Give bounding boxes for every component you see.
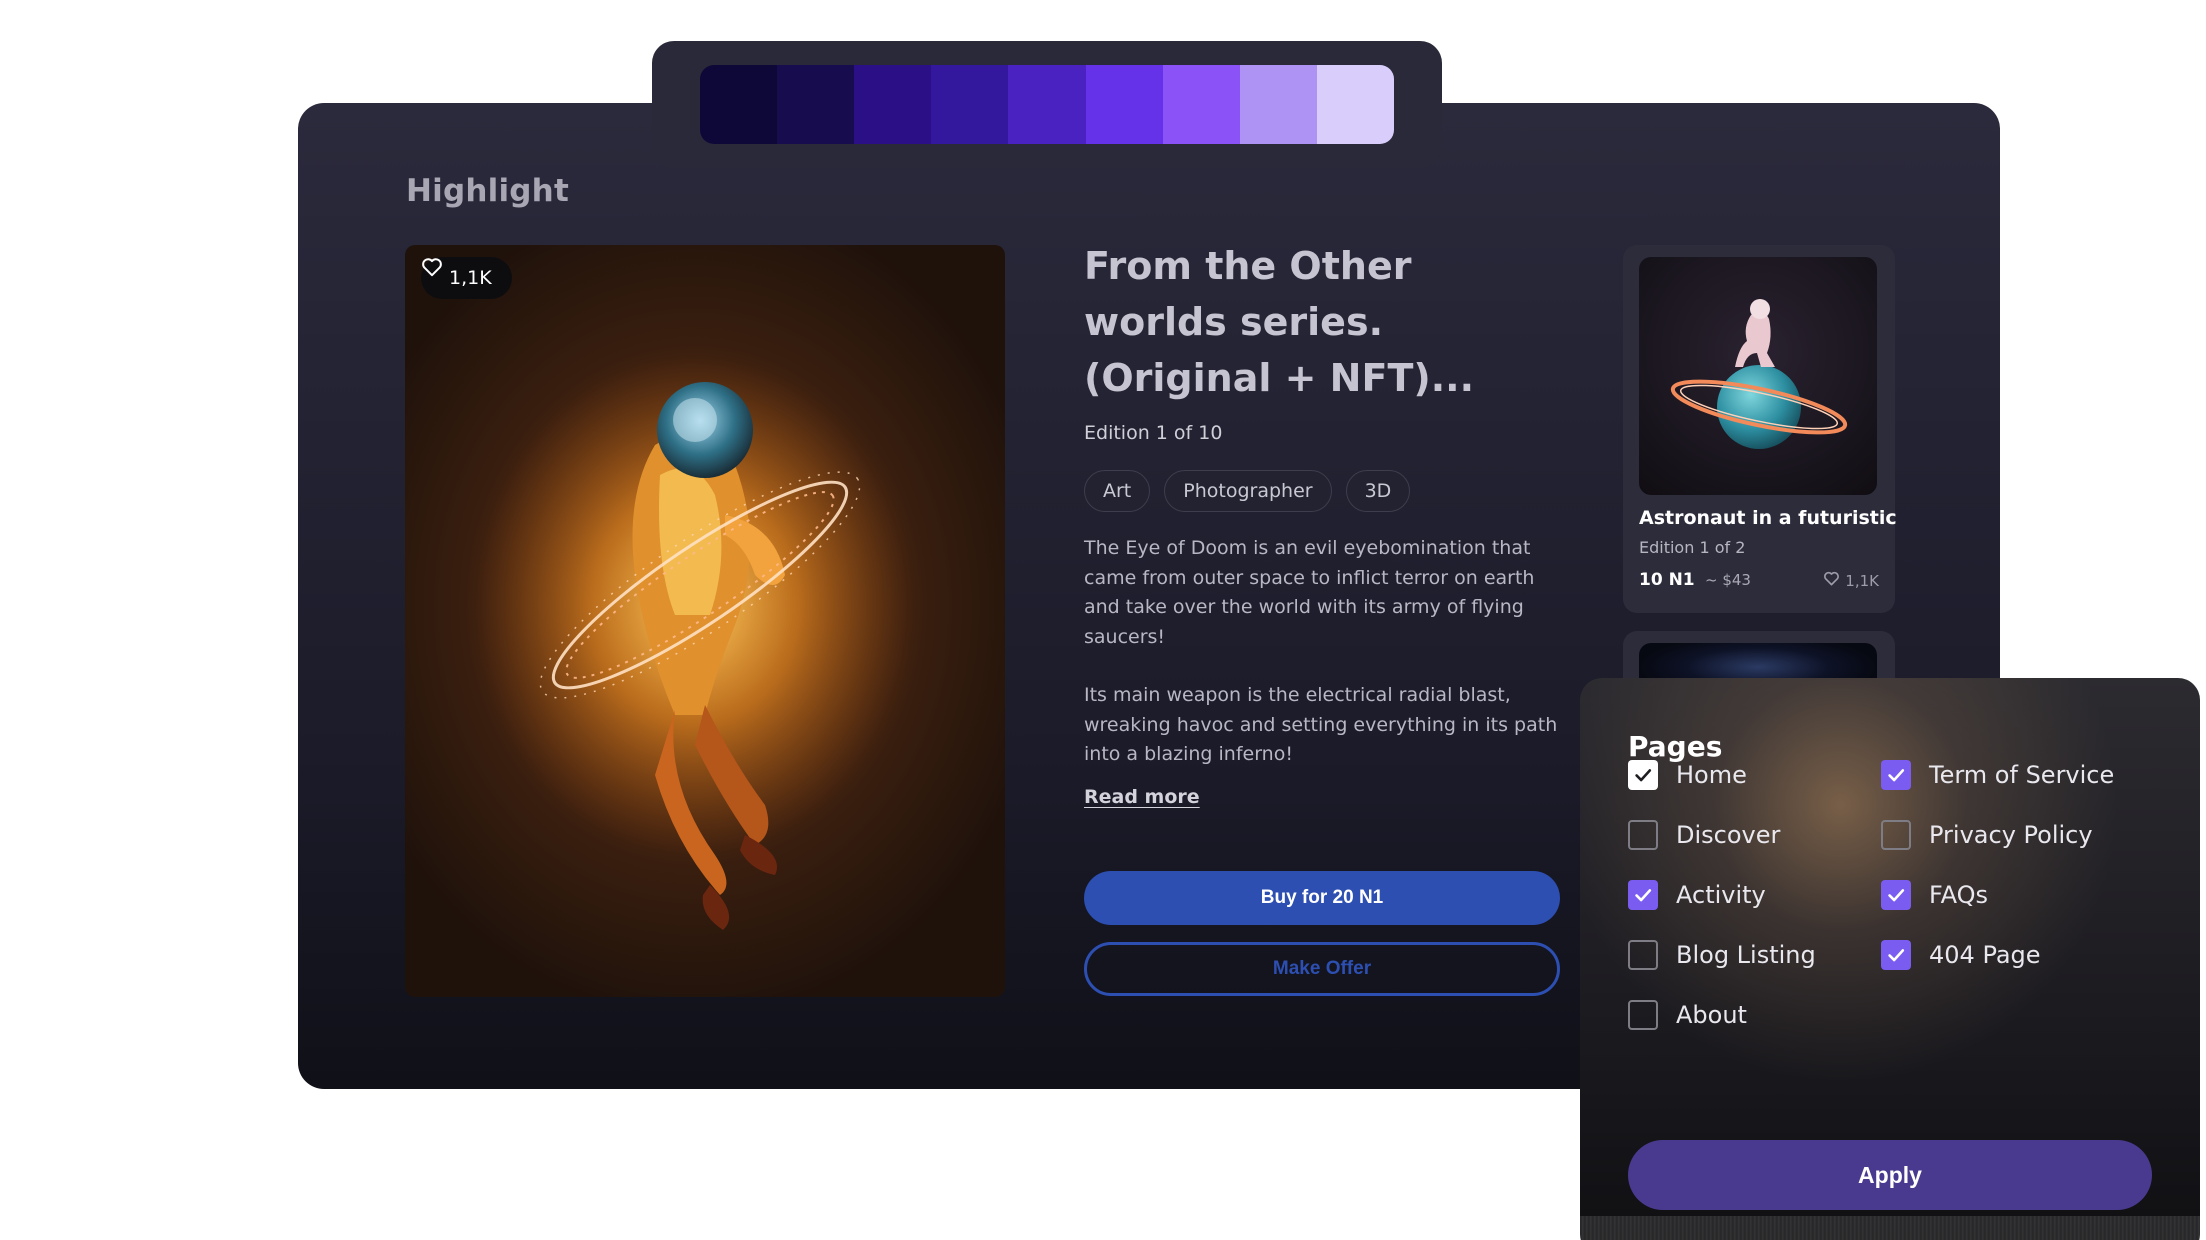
related-artwork-usd: ~ $43 <box>1705 571 1751 589</box>
page-option-label: FAQs <box>1929 881 1988 909</box>
tag-3d[interactable]: 3D <box>1345 470 1411 512</box>
palette-swatch[interactable] <box>1316 65 1394 144</box>
palette-swatch[interactable] <box>700 65 778 144</box>
related-artwork-thumbnail <box>1639 257 1877 495</box>
page-option-about[interactable]: About <box>1628 1000 1747 1030</box>
page-option-label: About <box>1676 1001 1747 1029</box>
astronaut-illustration <box>465 345 925 930</box>
checkmark-icon <box>1635 769 1652 782</box>
tag-photographer[interactable]: Photographer <box>1164 470 1332 512</box>
hero-artwork[interactable]: 1,1K <box>405 245 1005 997</box>
section-title: Highlight <box>406 173 569 209</box>
artwork-edition: Edition 1 of 10 <box>1084 422 1223 444</box>
page-option-term-of-service[interactable]: Term of Service <box>1881 760 2114 790</box>
checkbox-checked[interactable] <box>1628 760 1658 790</box>
description-paragraph: The Eye of Doom is an evil eyebomination… <box>1084 537 1535 648</box>
page-option-label: 404 Page <box>1929 941 2041 969</box>
palette-swatch[interactable] <box>854 65 932 144</box>
checkbox-unchecked[interactable] <box>1628 1000 1658 1030</box>
page-option-discover[interactable]: Discover <box>1628 820 1780 850</box>
artwork-description: The Eye of Doom is an evil eyebomination… <box>1084 534 1564 770</box>
artwork-title: From the Other worlds series. (Original … <box>1084 244 1475 400</box>
checkmark-icon <box>1888 889 1905 902</box>
checkbox-checked[interactable] <box>1881 940 1911 970</box>
read-more-link[interactable]: Read more <box>1084 786 1200 808</box>
checkbox-unchecked[interactable] <box>1881 820 1911 850</box>
page-option-label: Home <box>1676 761 1747 789</box>
heart-outline-icon <box>1823 571 1840 590</box>
related-artwork-edition: Edition 1 of 2 <box>1639 538 1746 557</box>
page-option-404-page[interactable]: 404 Page <box>1881 940 2041 970</box>
page-option-label: Activity <box>1676 881 1766 909</box>
page-option-faqs[interactable]: FAQs <box>1881 880 1988 910</box>
description-paragraph: Its main weapon is the electrical radial… <box>1084 684 1558 765</box>
related-likes-count: 1,1K <box>1845 571 1879 590</box>
related-artwork-price: 10 N1 <box>1639 570 1695 590</box>
page-option-label: Term of Service <box>1929 761 2115 789</box>
checkmark-icon <box>1635 889 1652 902</box>
related-artwork-title: Astronaut in a futuristic <box>1639 507 1897 529</box>
likes-badge[interactable]: 1,1K <box>421 257 512 299</box>
checkbox-checked[interactable] <box>1628 880 1658 910</box>
checkbox-unchecked[interactable] <box>1628 820 1658 850</box>
page-option-label: Blog Listing <box>1676 941 1816 969</box>
tag-art[interactable]: Art <box>1084 470 1151 512</box>
palette-swatch[interactable] <box>1008 65 1086 144</box>
pages-filter-panel: Pages Home Discover Activity Blog Listing Ab… <box>1580 678 2200 1240</box>
page-option-label: Discover <box>1676 821 1781 849</box>
make-offer-button[interactable]: Make Offer <box>1084 942 1560 996</box>
checkbox-unchecked[interactable] <box>1628 940 1658 970</box>
page-option-privacy-policy[interactable]: Privacy Policy <box>1881 820 2093 850</box>
palette-swatch[interactable] <box>777 65 855 144</box>
page-option-label: Privacy Policy <box>1929 821 2093 849</box>
related-artwork-card[interactable]: Astronaut in a futuristic Edition 1 of 2… <box>1623 245 1897 613</box>
pages-title: Pages <box>1628 730 1723 763</box>
palette-swatches <box>700 65 1394 144</box>
tag-list: Art Photographer 3D <box>1084 470 1564 512</box>
color-palette <box>652 41 1442 168</box>
checkbox-checked[interactable] <box>1881 880 1911 910</box>
checkmark-icon <box>1888 949 1905 962</box>
artwork-details: From the Other worlds series. (Original … <box>1084 238 1564 808</box>
palette-swatch[interactable] <box>1239 65 1317 144</box>
astronaut-planet-illustration <box>1670 299 1848 449</box>
palette-swatch[interactable] <box>931 65 1009 144</box>
palette-swatch[interactable] <box>1162 65 1240 144</box>
likes-count: 1,1K <box>449 267 492 289</box>
page-option-activity[interactable]: Activity <box>1628 880 1766 910</box>
related-artwork-likes[interactable]: 1,1K <box>1823 571 1879 590</box>
palette-swatch[interactable] <box>1085 65 1163 144</box>
page-option-home[interactable]: Home <box>1628 760 1747 790</box>
checkbox-checked[interactable] <box>1881 760 1911 790</box>
panel-texture <box>1580 1216 2200 1240</box>
apply-button[interactable]: Apply <box>1628 1140 2152 1210</box>
buy-button[interactable]: Buy for 20 N1 <box>1084 871 1560 925</box>
page-option-blog-listing[interactable]: Blog Listing <box>1628 940 1816 970</box>
checkmark-icon <box>1888 769 1905 782</box>
